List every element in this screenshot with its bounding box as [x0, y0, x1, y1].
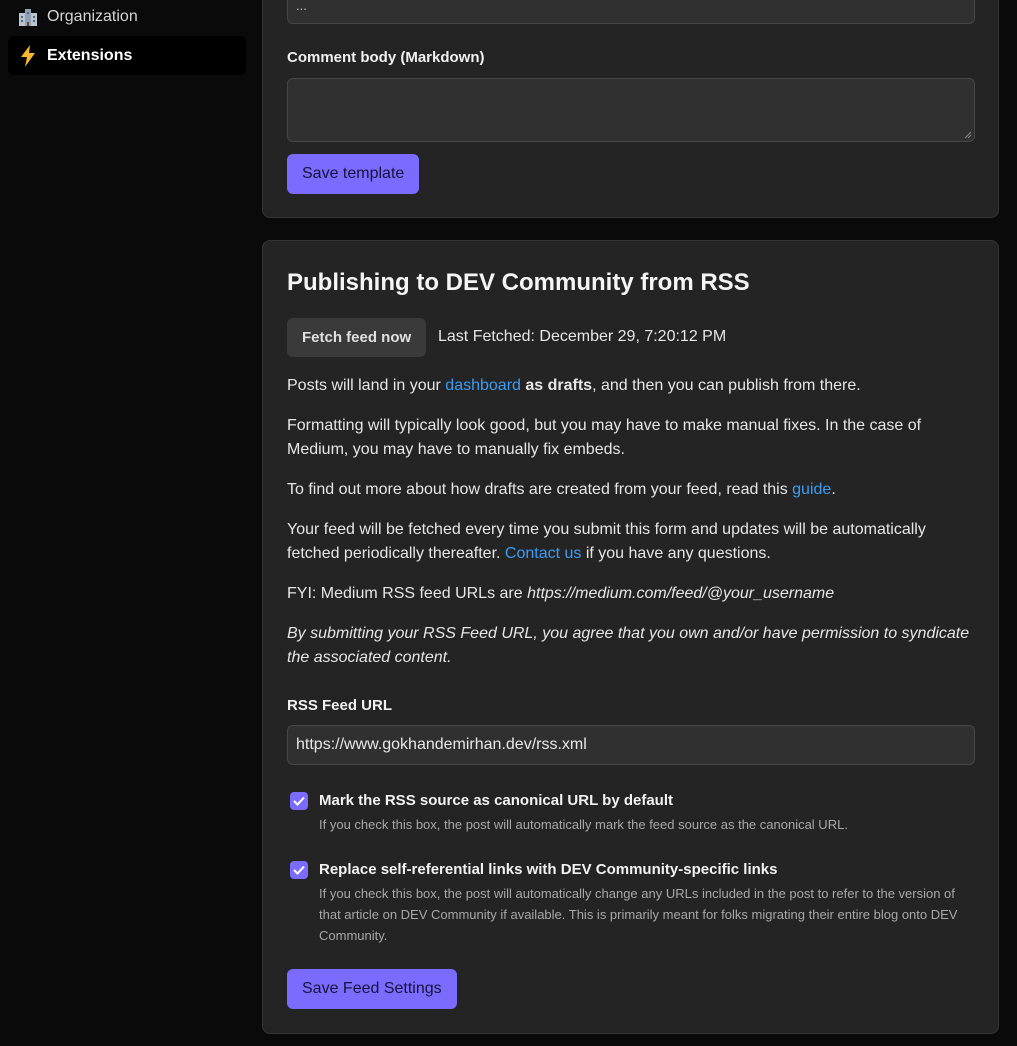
lightning-icon: [17, 44, 39, 67]
last-fetched-text: Last Fetched: December 29, 7:20:12 PM: [438, 328, 727, 345]
text: if you have any questions.: [581, 545, 771, 562]
self-referential-links-checkbox[interactable]: [290, 861, 308, 879]
emphasis-text: as drafts: [525, 377, 593, 394]
rss-section-heading: Publishing to DEV Community from RSS: [287, 269, 750, 296]
medium-feed-url-example: https://medium.com/feed/@your_username: [527, 585, 835, 602]
fetch-schedule-paragraph: Your feed will be fetched every time you…: [287, 518, 977, 566]
rss-feed-url-value: https://www.gokhandemirhan.dev/rss.xml: [296, 736, 587, 753]
guide-link[interactable]: guide: [792, 481, 831, 498]
guide-info-paragraph: To find out more about how drafts are cr…: [287, 478, 977, 502]
self-referential-links-description: If you check this box, the post will aut…: [319, 886, 958, 943]
save-feed-settings-button[interactable]: Save Feed Settings: [287, 969, 457, 1009]
text: , and then you can publish from there.: [592, 377, 861, 394]
canonical-url-checkbox[interactable]: [290, 792, 308, 810]
formatting-info-paragraph: Formatting will typically look good, but…: [287, 417, 922, 458]
organization-icon: [17, 6, 39, 28]
medium-feed-paragraph: FYI: Medium RSS feed URLs are https://me…: [287, 582, 977, 606]
rss-publishing-card: Publishing to DEV Community from RSS Fet…: [262, 240, 999, 1034]
canonical-url-description: If you check this box, the post will aut…: [319, 817, 848, 832]
text: FYI: Medium RSS feed URLs are: [287, 585, 528, 602]
comment-body-textarea[interactable]: [287, 78, 975, 142]
self-referential-links-label[interactable]: Replace self-referential links with DEV …: [319, 861, 777, 878]
text: .: [831, 481, 836, 498]
fetch-feed-button[interactable]: Fetch feed now: [287, 318, 427, 357]
contact-us-link[interactable]: Contact us: [505, 545, 581, 562]
comment-body-label: Comment body (Markdown): [287, 49, 485, 66]
canonical-url-label[interactable]: Mark the RSS source as canonical URL by …: [319, 792, 673, 809]
text: Posts will land in your: [287, 377, 446, 394]
resize-handle-icon[interactable]: [964, 131, 972, 139]
rss-feed-url-label: RSS Feed URL: [287, 697, 393, 714]
text: To find out more about how drafts are cr…: [287, 481, 793, 498]
rss-feed-url-input[interactable]: https://www.gokhandemirhan.dev/rss.xml: [287, 725, 975, 765]
settings-sidebar: Organization Extensions: [0, 0, 262, 1046]
sidebar-item-organization[interactable]: Organization: [8, 0, 246, 36]
checkmark-icon: [293, 796, 305, 806]
sidebar-item-label: Extensions: [47, 46, 133, 64]
checkmark-icon: [293, 865, 305, 875]
syndication-disclaimer: By submitting your RSS Feed URL, you agr…: [287, 625, 970, 666]
drafts-info-paragraph: Posts will land in your dashboard as dra…: [287, 374, 977, 398]
sidebar-item-label: Organization: [47, 7, 138, 25]
sidebar-item-extensions[interactable]: Extensions: [8, 36, 246, 75]
template-title-input[interactable]: ...: [287, 0, 975, 24]
save-template-button[interactable]: Save template: [287, 154, 420, 194]
comment-template-card: ... Comment body (Markdown) Save templat…: [262, 0, 999, 218]
template-title-value: ...: [296, 0, 307, 13]
dashboard-link[interactable]: dashboard: [445, 377, 521, 394]
